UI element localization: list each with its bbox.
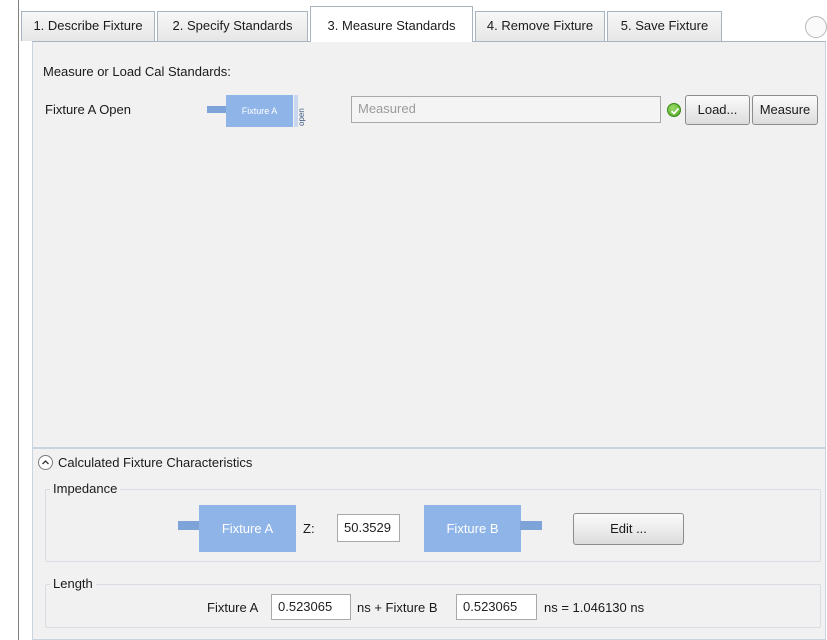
impedance-z-value[interactable]: 50.3529: [337, 514, 400, 542]
tab-measure-standards[interactable]: 3. Measure Standards: [310, 6, 473, 42]
impedance-label: Impedance: [50, 481, 121, 496]
tab-remove-fixture[interactable]: 4. Remove Fixture: [475, 11, 605, 41]
impedance-line-right: [520, 521, 542, 530]
length-plus-fixture-b-label: ns + Fixture B: [357, 600, 438, 615]
measured-status-field[interactable]: Measured: [351, 96, 661, 123]
tab-specify-standards[interactable]: 2. Specify Standards: [157, 11, 308, 41]
fixture-line-left: [207, 106, 227, 113]
tab-save-fixture[interactable]: 5. Save Fixture: [607, 11, 722, 41]
fixture-a-open-label: Fixture A Open: [45, 102, 131, 117]
impedance-line-left: [178, 521, 201, 530]
length-total-text: ns = 1.046130 ns: [544, 600, 645, 615]
help-icon[interactable]: [805, 16, 827, 38]
length-fixture-a-value[interactable]: 0.523065: [271, 594, 351, 620]
length-fixture-b-value[interactable]: 0.523065: [456, 594, 537, 620]
length-label: Length: [50, 576, 96, 591]
open-label: open: [297, 108, 306, 126]
check-ok-icon: [667, 103, 681, 117]
z-label: Z:: [303, 521, 315, 536]
load-button[interactable]: Load...: [685, 95, 750, 125]
measure-button[interactable]: Measure: [752, 95, 818, 125]
impedance-fixture-a-box: Fixture A: [199, 505, 296, 552]
fixture-a-graphic-box: Fixture A: [226, 95, 293, 127]
measure-heading: Measure or Load Cal Standards:: [43, 64, 231, 79]
collapse-chevron-icon[interactable]: [38, 455, 53, 470]
calc-section-title: Calculated Fixture Characteristics: [58, 455, 253, 470]
length-fixture-a-label: Fixture A: [207, 600, 259, 615]
edit-impedance-button[interactable]: Edit ...: [573, 513, 684, 545]
tab-describe-fixture[interactable]: 1. Describe Fixture: [21, 11, 155, 41]
impedance-fixture-b-box: Fixture B: [424, 505, 521, 552]
